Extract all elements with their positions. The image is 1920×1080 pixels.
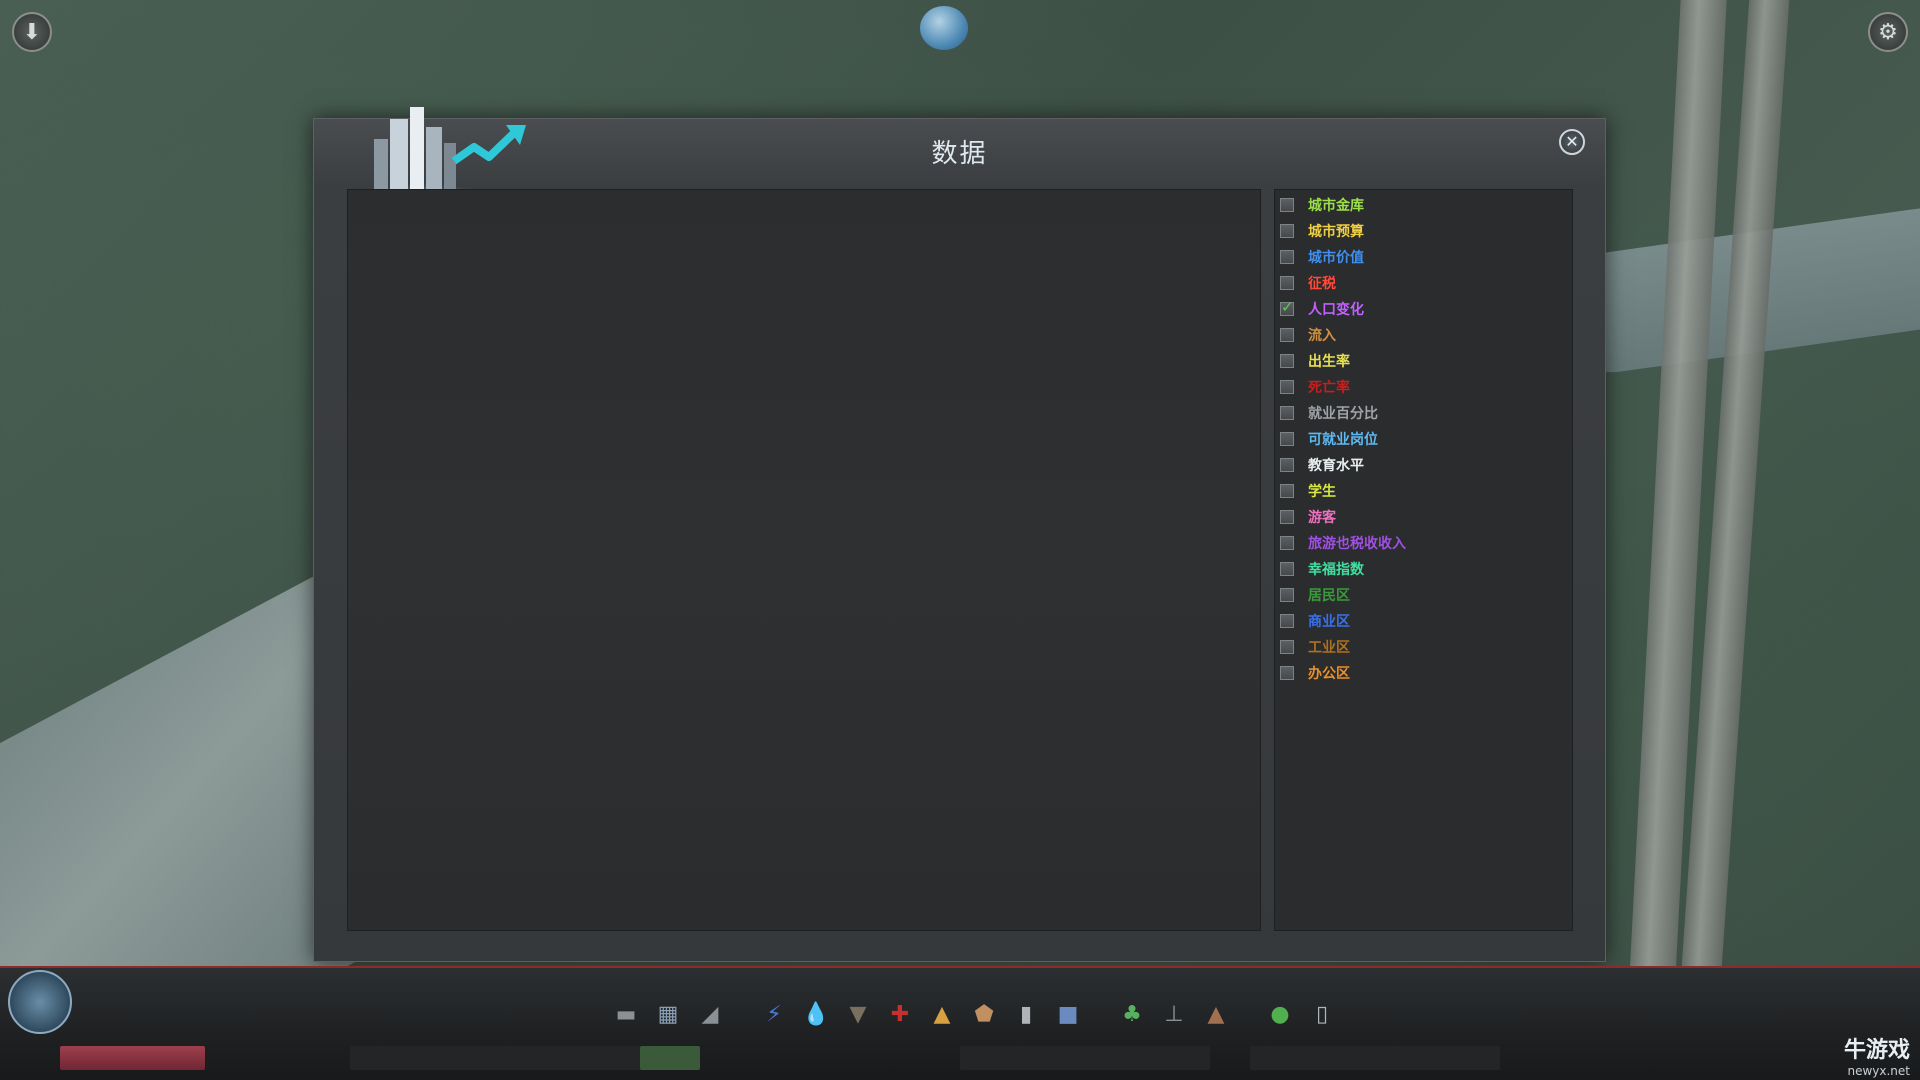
close-button[interactable]: ✕ — [1559, 129, 1585, 155]
monuments-icon[interactable]: ⊥ — [1158, 998, 1190, 1030]
legend-item[interactable]: 幸福指数 — [1275, 556, 1572, 582]
legend-label: 死亡率 — [1308, 380, 1350, 396]
legend-item[interactable]: 居民区 — [1275, 582, 1572, 608]
legend-label: 教育水平 — [1308, 458, 1364, 474]
legend-label: 旅游也税收收入 — [1308, 536, 1406, 552]
checkbox[interactable] — [1280, 536, 1294, 550]
districts-icon[interactable]: ◢ — [694, 998, 726, 1030]
checkbox[interactable] — [1280, 406, 1294, 420]
bulldozer-icon[interactable]: ● — [1264, 998, 1296, 1030]
checkbox[interactable] — [1280, 276, 1294, 290]
legend-label: 办公区 — [1308, 666, 1350, 682]
time-speed-controls[interactable] — [960, 1046, 1210, 1070]
happiness-indicator — [1250, 1046, 1500, 1070]
panel-title: 数据 — [931, 139, 988, 169]
legend-label: 游客 — [1308, 510, 1336, 526]
legend-label: 就业百分比 — [1308, 406, 1378, 422]
watermark-title: 牛游戏 — [1843, 1038, 1910, 1063]
checkbox[interactable] — [1280, 510, 1294, 524]
legend-item[interactable]: 办公区 — [1275, 660, 1572, 686]
education-icon[interactable]: ▮ — [1010, 998, 1042, 1030]
legend-label: 居民区 — [1308, 588, 1350, 604]
garbage-icon[interactable]: ▼ — [842, 998, 874, 1030]
checkbox[interactable] — [1280, 198, 1294, 212]
statistics-panel: 数据 ✕ 城市金库城市预算城市价值征税人口变化流入出生率死亡率就业百分比可就业岗… — [313, 107, 1606, 962]
legend-item[interactable]: 工业区 — [1275, 634, 1572, 660]
legend-label: 出生率 — [1308, 354, 1350, 370]
transport-icon[interactable]: ■ — [1052, 998, 1084, 1030]
tool-icon-row: ▬ ▦ ◢ ⚡ 💧 ▼ ✚ ▲ ⬟ ▮ ■ ♣ ⊥ ▲ ● ▯ — [610, 998, 1338, 1034]
legend-item[interactable]: 就业百分比 — [1275, 400, 1572, 426]
beautification-icon[interactable]: ♣ — [1116, 998, 1148, 1030]
roads-icon[interactable]: ▬ — [610, 998, 642, 1030]
legend-item[interactable]: 出生率 — [1275, 348, 1572, 374]
river-right — [1553, 201, 1920, 379]
checkbox[interactable] — [1280, 588, 1294, 602]
info-views-icon[interactable]: ⬇ — [12, 12, 52, 52]
checkbox[interactable] — [1280, 250, 1294, 264]
highway-right-lane — [1679, 0, 1791, 1001]
statistics-legend: 城市金库城市预算城市价值征税人口变化流入出生率死亡率就业百分比可就业岗位教育水平… — [1274, 189, 1573, 931]
legend-item[interactable]: 流入 — [1275, 322, 1572, 348]
checkbox[interactable] — [1280, 328, 1294, 342]
close-icon: ✕ — [1565, 132, 1579, 151]
statistics-graph — [347, 189, 1261, 931]
police-icon[interactable]: ⬟ — [968, 998, 1000, 1030]
legend-item[interactable]: 可就业岗位 — [1275, 426, 1572, 452]
legend-item[interactable]: 征税 — [1275, 270, 1572, 296]
legend-label: 城市价值 — [1308, 250, 1364, 266]
highway-left-lane — [1628, 0, 1728, 1001]
checkbox[interactable] — [1280, 640, 1294, 654]
policies-icon[interactable]: ▯ — [1306, 998, 1338, 1030]
fire-icon[interactable]: ▲ — [926, 998, 958, 1030]
legend-item[interactable]: 人口变化 — [1275, 296, 1572, 322]
legend-label: 学生 — [1308, 484, 1336, 500]
legend-item[interactable]: 商业区 — [1275, 608, 1572, 634]
watermark: 牛游戏 newyx.net — [1844, 1032, 1910, 1078]
legend-label: 流入 — [1308, 328, 1336, 344]
legend-label: 人口变化 — [1308, 302, 1364, 318]
checkbox[interactable] — [1280, 666, 1294, 680]
legend-item[interactable]: 旅游也税收收入 — [1275, 530, 1572, 556]
legend-item[interactable]: 教育水平 — [1275, 452, 1572, 478]
checkbox[interactable] — [1280, 562, 1294, 576]
electricity-icon[interactable]: ⚡ — [758, 998, 790, 1030]
legend-item[interactable]: 城市预算 — [1275, 218, 1572, 244]
checkbox[interactable] — [1280, 458, 1294, 472]
legend-label: 征税 — [1308, 276, 1336, 292]
checkbox[interactable] — [1280, 224, 1294, 238]
rci-demand-meter — [640, 1046, 700, 1070]
zoning-icon[interactable]: ▦ — [652, 998, 684, 1030]
money-indicator — [60, 1046, 205, 1070]
bottom-toolbar: ▬ ▦ ◢ ⚡ 💧 ▼ ✚ ▲ ⬟ ▮ ■ ♣ ⊥ ▲ ● ▯ — [0, 966, 1920, 1080]
legend-item[interactable]: 死亡率 — [1275, 374, 1572, 400]
checkbox[interactable] — [1280, 484, 1294, 498]
legend-label: 商业区 — [1308, 614, 1350, 630]
checkbox[interactable] — [1280, 614, 1294, 628]
legend-item[interactable]: 城市金库 — [1275, 192, 1572, 218]
wonders-icon[interactable]: ▲ — [1200, 998, 1232, 1030]
population-indicator — [350, 1046, 690, 1070]
legend-label: 城市金库 — [1308, 198, 1364, 214]
globe-icon[interactable] — [920, 6, 968, 50]
checkbox[interactable] — [1280, 380, 1294, 394]
water-icon[interactable]: 💧 — [800, 998, 832, 1030]
legend-label: 幸福指数 — [1308, 562, 1364, 578]
legend-label: 城市预算 — [1308, 224, 1364, 240]
checkbox[interactable] — [1280, 354, 1294, 368]
game-menu-button[interactable] — [8, 970, 72, 1034]
legend-label: 工业区 — [1308, 640, 1350, 656]
checkbox[interactable] — [1280, 432, 1294, 446]
gear-icon[interactable]: ⚙ — [1868, 12, 1908, 52]
legend-item[interactable]: 学生 — [1275, 478, 1572, 504]
watermark-url: newyx.net — [1847, 1064, 1910, 1078]
legend-item[interactable]: 城市价值 — [1275, 244, 1572, 270]
healthcare-icon[interactable]: ✚ — [884, 998, 916, 1030]
checkbox-checked[interactable] — [1280, 298, 1294, 316]
legend-item[interactable]: 游客 — [1275, 504, 1572, 530]
status-bar — [20, 1046, 1900, 1074]
legend-label: 可就业岗位 — [1308, 432, 1378, 448]
